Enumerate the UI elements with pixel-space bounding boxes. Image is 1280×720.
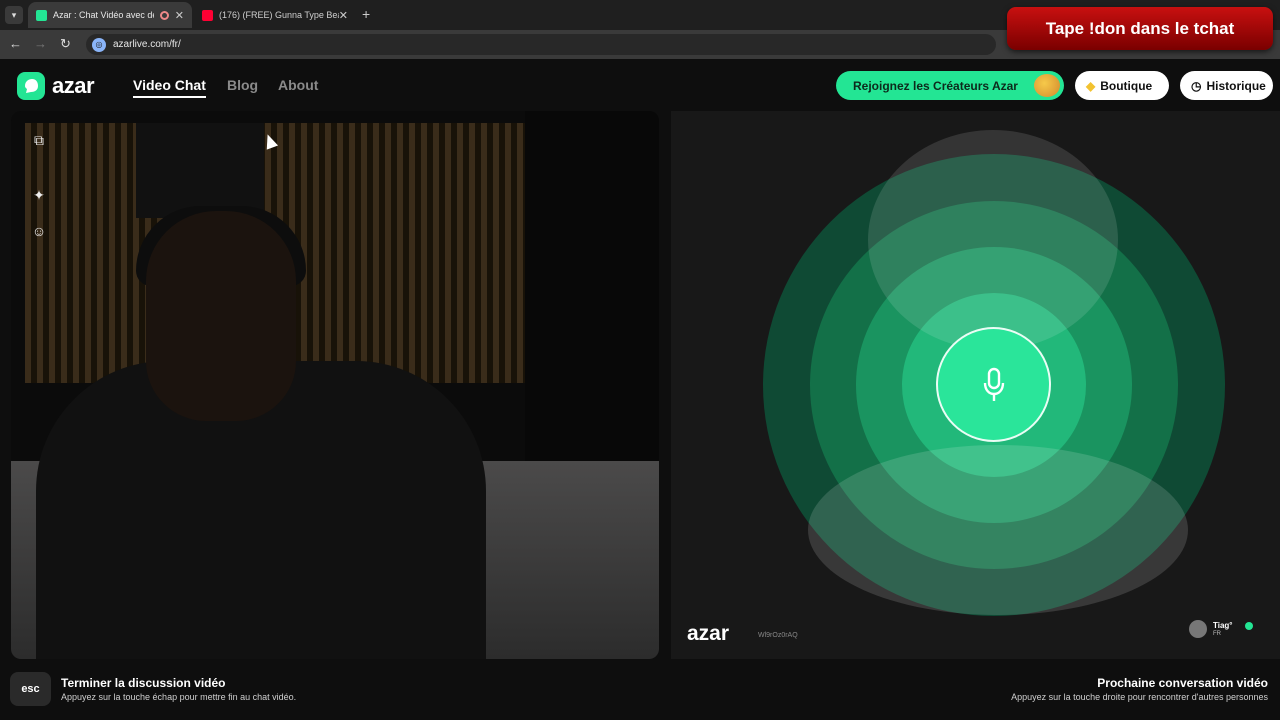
remote-user-name: Tiag° [1213,621,1233,630]
audio-glow-bottom [808,445,1188,615]
history-button[interactable]: ◷ Historique [1180,71,1273,100]
shop-button[interactable]: ◆ Boutique [1075,71,1169,100]
remote-user-country: FR [1213,631,1221,637]
azar-favicon-icon [36,9,47,21]
new-tab-icon[interactable]: + [362,6,370,22]
remote-azar-watermark: azar [687,622,730,645]
youtube-favicon-icon [202,9,213,21]
join-creators-button[interactable]: Rejoignez les Créateurs Azar [836,71,1064,100]
remote-user-chip[interactable]: Tiag° FR [1189,620,1253,638]
nav-about[interactable]: About [278,77,318,93]
url-text: azarlive.com/fr/ [113,39,181,50]
logo-text: azar [52,73,95,98]
online-status-icon [1244,622,1253,630]
site-info-icon[interactable]: ◎ [92,37,106,52]
join-creators-label: Rejoignez les Créateurs Azar [853,78,1018,93]
recording-icon [159,10,169,20]
end-chat-title: Terminer la discussion vidéo [61,676,226,690]
face-filter-icon[interactable]: ☺ [27,219,51,243]
shop-label: Boutique [1100,78,1153,93]
background-door [136,123,264,218]
nav-video-chat[interactable]: Video Chat [133,77,206,98]
tab-title: Azar : Chat Vidéo avec de n [53,10,154,20]
azar-logo-icon [17,72,45,100]
next-chat-hint: Appuyez sur la touche droite pour rencon… [1011,692,1268,702]
effects-sparkle-icon[interactable]: ✦ [27,183,51,207]
esc-key[interactable]: esc [10,672,51,706]
stream-overlay-banner: Tape !don dans le tchat [1007,7,1273,50]
site-header: azar Video Chat Blog About Rejoignez les… [0,60,1280,110]
minimize-icon[interactable]: ⧉ [27,128,51,152]
close-tab-icon[interactable]: ✕ [339,9,348,22]
nav-blog[interactable]: Blog [227,77,258,93]
gem-icon: ◆ [1086,78,1096,93]
local-video [11,111,659,659]
history-label: Historique [1206,78,1266,93]
end-chat-hint: Appuyez sur la touche échap pour mettre … [61,692,297,702]
person-head [146,211,296,421]
creator-badge-icon [1034,74,1060,97]
url-input[interactable]: ◎ azarlive.com/fr/ [86,34,996,55]
next-chat-title: Prochaine conversation vidéo [1097,676,1268,690]
clock-icon: ◷ [1191,78,1202,93]
forward-icon[interactable]: → [34,36,47,51]
close-tab-icon[interactable]: ✕ [175,9,184,22]
session-id: Wl9rOz0rAQ [758,632,798,639]
azar-logo[interactable]: azar [17,72,95,100]
back-icon[interactable]: ← [9,36,22,51]
microphone-icon [983,367,1005,401]
audio-glow-top [868,130,1118,350]
tab-search-icon[interactable]: ▾ [5,6,23,24]
user-avatar-icon [1189,620,1207,638]
tab-youtube[interactable]: (176) (FREE) Gunna Type Beat - ✕ [194,2,356,28]
tab-title: (176) (FREE) Gunna Type Beat - [219,10,339,20]
tab-azar[interactable]: Azar : Chat Vidéo avec de n ✕ [28,2,192,28]
reload-icon[interactable]: ↻ [60,36,71,52]
